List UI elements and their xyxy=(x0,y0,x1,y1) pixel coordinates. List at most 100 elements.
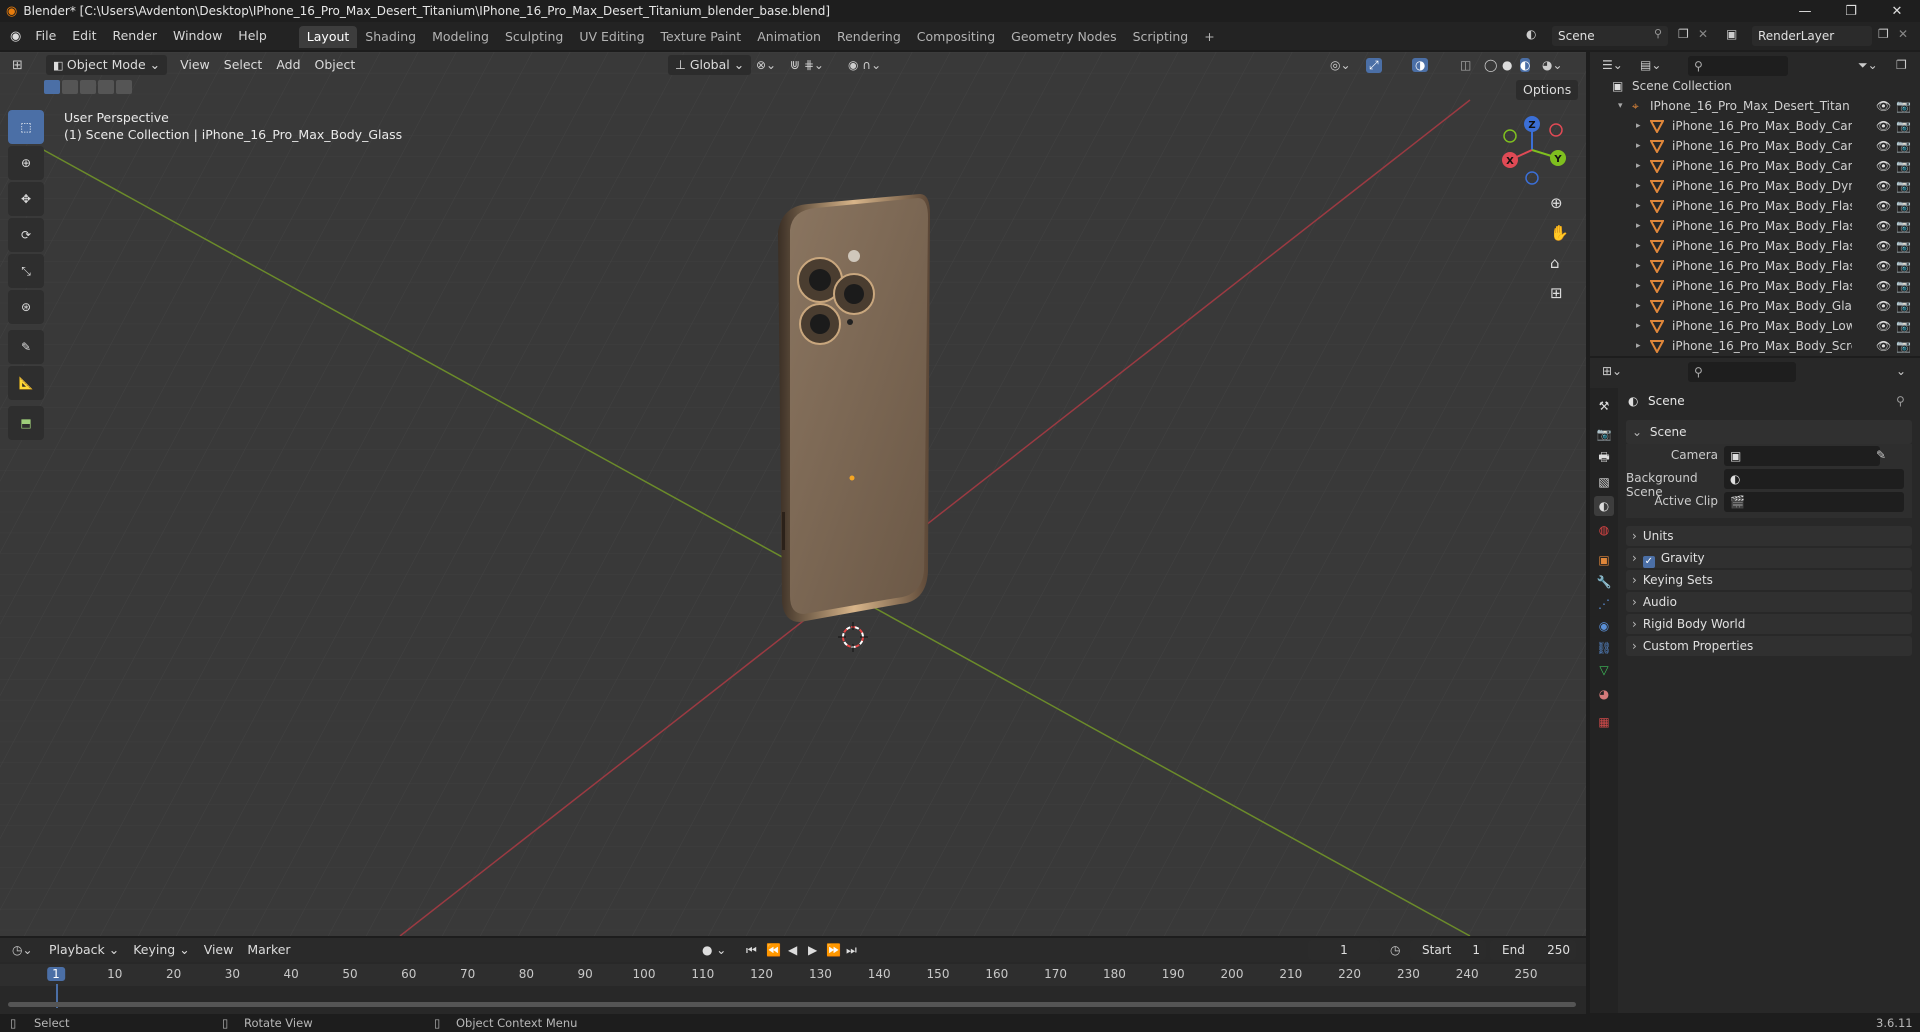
viewport-menu-select[interactable]: Select xyxy=(217,55,270,75)
play-reverse-icon[interactable]: ◀ xyxy=(788,943,797,957)
material-tab-icon[interactable]: ◕ xyxy=(1594,684,1614,704)
visibility-eye-icon[interactable]: 👁 xyxy=(1876,176,1891,196)
tab-geometry-nodes[interactable]: Geometry Nodes xyxy=(1003,26,1124,48)
timeline-editor-icon[interactable]: ◷⌄ xyxy=(12,943,42,957)
delete-layer-icon[interactable]: ✕ xyxy=(1898,27,1908,41)
render-camera-icon[interactable]: 📷 xyxy=(1896,156,1911,176)
editor-type-icon[interactable]: ⊞ xyxy=(12,58,38,73)
gizmo-toggle-icon[interactable]: ⤢ xyxy=(1366,57,1382,73)
clock-icon[interactable]: ◷ xyxy=(1390,943,1400,957)
outliner-object-row[interactable]: ▸ iPhone_16_Pro_Max_Body_Flashligh 👁📷 xyxy=(1590,196,1920,216)
iphone-model[interactable] xyxy=(760,192,940,632)
maximize-button[interactable]: ❐ xyxy=(1828,0,1874,22)
menu-file[interactable]: File xyxy=(27,22,64,50)
visibility-eye-icon[interactable]: 👁 xyxy=(1876,116,1891,136)
select-box-tool[interactable]: ⬚ xyxy=(8,110,44,144)
expand-icon[interactable]: ▸ xyxy=(1636,236,1641,256)
expand-icon[interactable]: ▸ xyxy=(1636,296,1641,316)
visibility-eye-icon[interactable]: 👁 xyxy=(1876,156,1891,176)
camera-field[interactable]: ▣ xyxy=(1724,446,1880,466)
select-new-icon[interactable] xyxy=(44,80,60,94)
outliner-collection-row[interactable]: ▾ ⌖ IPhone_16_Pro_Max_Desert_Titanium 👁 … xyxy=(1590,96,1920,116)
timeline-menu-playback[interactable]: Playback ⌄ xyxy=(42,940,126,960)
wireframe-shading-icon[interactable]: ◯ xyxy=(1484,58,1497,72)
expand-icon[interactable]: ▸ xyxy=(1636,216,1641,236)
measure-tool[interactable]: 📐 xyxy=(8,366,44,400)
blender-menu-icon[interactable]: ◉ xyxy=(10,29,21,44)
visibility-eye-icon[interactable]: 👁 xyxy=(1876,136,1891,156)
tab-modeling[interactable]: Modeling xyxy=(424,26,497,48)
tab-scripting[interactable]: Scripting xyxy=(1125,26,1197,48)
outliner-object-row[interactable]: ▸ iPhone_16_Pro_Max_Body_Flashligh 👁📷 xyxy=(1590,256,1920,276)
panel-audio[interactable]: › Audio xyxy=(1626,592,1912,612)
select-subtract-icon[interactable] xyxy=(80,80,96,94)
tab-layout[interactable]: Layout xyxy=(298,26,358,48)
add-cube-tool[interactable]: ⬒ xyxy=(8,406,44,440)
proportional-icon[interactable]: ◉ ∩⌄ xyxy=(848,58,881,72)
expand-icon[interactable]: ▸ xyxy=(1636,256,1641,276)
constraints-tab-icon[interactable]: ⛓ xyxy=(1594,638,1614,658)
timeline-scrollbar[interactable] xyxy=(8,1002,1576,1007)
end-frame-field[interactable]: End 250 xyxy=(1490,940,1576,960)
add-workspace-button[interactable]: + xyxy=(1196,26,1222,48)
current-frame-field[interactable]: 1 xyxy=(1308,940,1380,960)
render-camera-icon[interactable]: 📷 xyxy=(1896,136,1911,156)
renderlayer-field[interactable]: RenderLayer xyxy=(1752,26,1872,46)
outliner-object-row[interactable]: ▸ iPhone_16_Pro_Max_Body_Dynamic 👁📷 xyxy=(1590,176,1920,196)
tool-tab-icon[interactable]: ⚒ xyxy=(1594,396,1614,416)
visibility-eye-icon[interactable]: 👁 xyxy=(1876,236,1891,256)
navigation-gizmo[interactable]: Z Y X xyxy=(1496,114,1568,186)
scene-field[interactable]: Scene xyxy=(1552,26,1668,46)
jump-end-icon[interactable]: ⏭ xyxy=(846,943,857,958)
output-tab-icon[interactable]: 🖶 xyxy=(1594,448,1614,468)
3d-cursor-icon[interactable] xyxy=(838,622,868,652)
render-camera-icon[interactable]: 📷 xyxy=(1896,236,1911,256)
select-invert-icon[interactable] xyxy=(98,80,114,94)
play-icon[interactable]: ▶ xyxy=(808,943,817,957)
next-keyframe-icon[interactable]: ⏩ xyxy=(826,943,841,957)
visibility-eye-icon[interactable]: 👁 xyxy=(1876,96,1891,116)
modifier-tab-icon[interactable]: 🔧 xyxy=(1594,572,1614,592)
prev-keyframe-icon[interactable]: ⏪ xyxy=(766,943,781,957)
pin-icon[interactable]: ⚲ xyxy=(1654,27,1662,40)
overlay-toggle-icon[interactable]: ◑ xyxy=(1412,58,1429,72)
physics-tab-icon[interactable]: ◉ xyxy=(1594,616,1614,636)
expand-icon[interactable]: ▸ xyxy=(1636,156,1641,176)
scene-selector-icon[interactable]: ◐ xyxy=(1526,27,1536,41)
outliner-object-row[interactable]: ▸ iPhone_16_Pro_Max_Body_Flashligh 👁📷 xyxy=(1590,276,1920,296)
zoom-icon[interactable]: ⊕ xyxy=(1550,194,1563,212)
orientation-selector[interactable]: ⊥ Global ⌄ xyxy=(668,55,752,75)
outliner-object-row[interactable]: ▸ iPhone_16_Pro_Max_Body_Flashligh 👁📷 xyxy=(1590,236,1920,256)
new-layer-icon[interactable]: ❐ xyxy=(1878,27,1889,41)
display-mode-icon[interactable]: ▤⌄ xyxy=(1640,58,1661,72)
properties-options-icon[interactable]: ⌄ xyxy=(1896,364,1906,378)
rendered-shading-icon[interactable]: ◕⌄ xyxy=(1542,58,1563,72)
panel-units[interactable]: › Units xyxy=(1626,526,1912,546)
tab-animation[interactable]: Animation xyxy=(749,26,829,48)
start-frame-field[interactable]: Start 1 xyxy=(1410,940,1486,960)
timeline-menu-view[interactable]: View xyxy=(197,940,241,960)
viewport-menu-view[interactable]: View xyxy=(173,55,217,75)
scale-tool[interactable]: ⤡ xyxy=(8,254,44,288)
render-camera-icon[interactable]: 📷 xyxy=(1896,96,1911,116)
menu-edit[interactable]: Edit xyxy=(64,22,104,50)
filter-icon[interactable]: ⏷⌄ xyxy=(1858,58,1878,73)
visibility-icon[interactable]: ◎⌄ xyxy=(1330,58,1351,72)
particles-tab-icon[interactable]: ⋰ xyxy=(1594,594,1614,614)
3d-viewport[interactable]: ⊞ ◧ Object Mode ⌄ View Select Add Object… xyxy=(0,52,1586,936)
visibility-eye-icon[interactable]: 👁 xyxy=(1876,256,1891,276)
minimize-button[interactable]: — xyxy=(1782,0,1828,22)
jump-start-icon[interactable]: ⏮ xyxy=(746,943,757,958)
material-shading-icon[interactable]: ◐ xyxy=(1520,58,1531,72)
menu-help[interactable]: Help xyxy=(230,22,275,50)
outliner-object-row[interactable]: ▸ iPhone_16_Pro_Max_Body_LowerCa 👁📷 xyxy=(1590,316,1920,336)
select-extend-icon[interactable] xyxy=(62,80,78,94)
scene-tab-icon[interactable]: ◐ xyxy=(1594,496,1614,516)
visibility-eye-icon[interactable]: 👁 xyxy=(1876,316,1891,336)
camera-view-icon[interactable]: ⌂ xyxy=(1550,254,1560,272)
annotate-tool[interactable]: ✎ xyxy=(8,330,44,364)
panel-rigid-body-world[interactable]: › Rigid Body World xyxy=(1626,614,1912,634)
viewport-menu-object[interactable]: Object xyxy=(308,55,363,75)
render-camera-icon[interactable]: 📷 xyxy=(1896,196,1911,216)
tab-uv-editing[interactable]: UV Editing xyxy=(571,26,652,48)
